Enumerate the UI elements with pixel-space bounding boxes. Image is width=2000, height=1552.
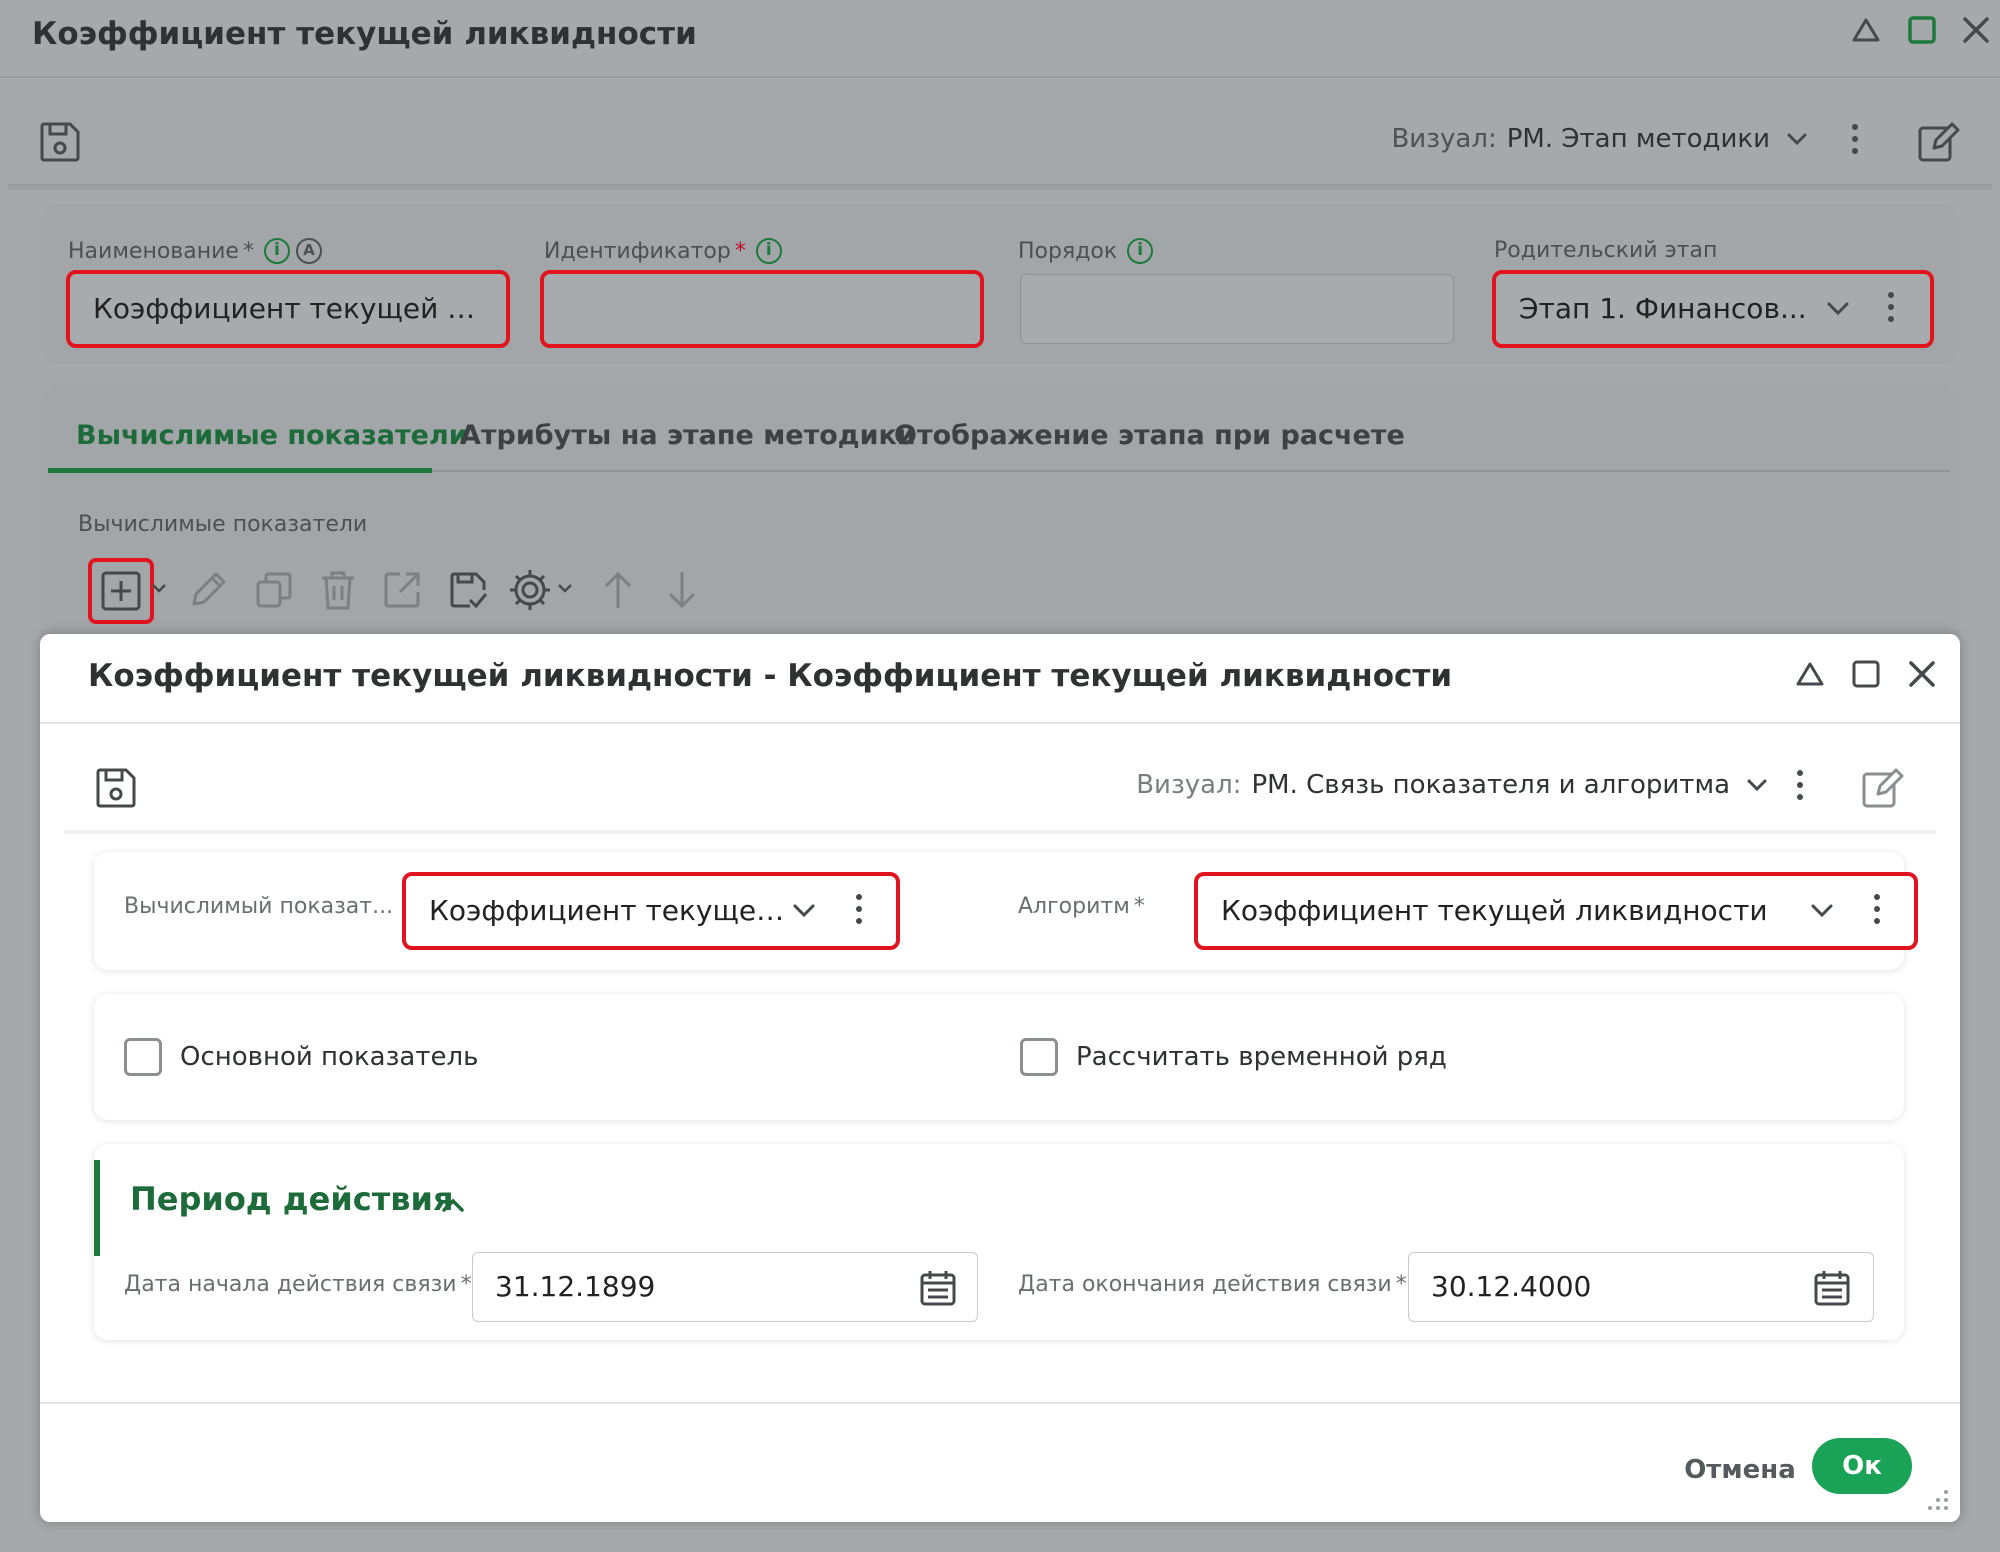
main-indicator-label: Основной показатель <box>180 1042 479 1072</box>
tab-stage-attributes[interactable]: Атрибуты на этапе методики <box>460 420 916 451</box>
edit-icon[interactable] <box>1858 764 1906 812</box>
active-tab-indicator <box>48 468 432 473</box>
period-section-title[interactable]: Период действия <box>130 1180 453 1218</box>
identifier-label: Идентификатор * i <box>544 238 782 264</box>
kebab-icon[interactable] <box>1872 894 1882 930</box>
export-icon[interactable] <box>378 566 426 614</box>
visual-value: РМ. Связь показателя и алгоритма <box>1251 770 1730 800</box>
main-toolbar: Визуал: РМ. Этап методики <box>0 80 2000 180</box>
visual-value: РМ. Этап методики <box>1506 124 1770 154</box>
chevron-down-icon <box>1747 779 1767 792</box>
section-accent-bar <box>94 1160 100 1256</box>
order-label: Порядок i <box>1018 238 1154 264</box>
info-icon[interactable]: i <box>755 238 782 264</box>
time-series-checkbox[interactable] <box>1020 1038 1058 1076</box>
section-label: Вычислимые показатели <box>78 512 368 537</box>
chevron-down-icon[interactable] <box>556 578 574 598</box>
window-titlebar: Коэффициент текущей ликвидности <box>0 0 2000 78</box>
form-card: Наименование * iA Коэффициент текущей ли.… <box>40 204 1960 364</box>
visual-label: Визуал: <box>1136 770 1242 800</box>
indicator-label: Вычислимый показат... <box>124 894 394 919</box>
modal-dialog: Коэффициент текущей ликвидности - Коэффи… <box>40 634 1960 1522</box>
end-date-label: Дата окончания действия связи * <box>1018 1272 1407 1297</box>
modal-visual-selector[interactable]: Визуал: РМ. Связь показателя и алгоритма <box>1136 770 1770 800</box>
end-date-input[interactable]: 30.12.4000 <box>1408 1252 1874 1322</box>
parent-stage-select[interactable]: Этап 1. Финансов... <box>1492 270 1934 348</box>
import-icon[interactable] <box>444 566 492 614</box>
arrow-up-icon[interactable] <box>594 566 642 614</box>
add-button[interactable] <box>88 558 154 624</box>
minimize-icon[interactable] <box>1846 10 1886 50</box>
algorithm-label: Алгоритм * <box>1018 894 1145 919</box>
info-icon[interactable]: i <box>263 238 290 264</box>
visual-label: Визуал: <box>1391 124 1497 154</box>
modal-title: Коэффициент текущей ликвидности - Коэффи… <box>88 658 1453 694</box>
arrow-down-icon[interactable] <box>658 566 706 614</box>
start-date-input[interactable]: 31.12.1899 <box>472 1252 978 1322</box>
tab-stage-display[interactable]: Отображение этапа при расчете <box>894 420 1405 451</box>
chevron-down-icon <box>1787 133 1807 146</box>
chevron-up-icon[interactable] <box>438 1190 468 1220</box>
main-indicator-checkbox[interactable] <box>124 1038 162 1076</box>
edit-icon[interactable] <box>1914 118 1962 166</box>
kebab-icon[interactable] <box>1795 770 1805 806</box>
minimize-icon[interactable] <box>1790 654 1830 694</box>
name-label: Наименование * iA <box>68 238 322 264</box>
parent-stage-label: Родительский этап <box>1494 238 1718 263</box>
chevron-down-icon[interactable] <box>150 578 168 598</box>
calendar-icon[interactable] <box>1812 1268 1852 1308</box>
start-date-label: Дата начала действия связи * <box>124 1272 472 1297</box>
link-card: Вычислимый показат... Коэффициент текуще… <box>94 852 1918 970</box>
period-card: Период действия Дата начала действия свя… <box>94 1144 1904 1340</box>
divider <box>64 830 1936 834</box>
close-icon[interactable] <box>1956 10 1996 50</box>
resize-grip-icon[interactable] <box>1920 1482 1952 1514</box>
auto-icon[interactable]: A <box>295 238 322 264</box>
window-title: Коэффициент текущей ликвидности <box>32 16 697 52</box>
maximize-icon[interactable] <box>1902 10 1942 50</box>
chevron-down-icon[interactable] <box>1824 294 1852 322</box>
divider <box>8 184 1992 190</box>
algorithm-select[interactable]: Коэффициент текущей ликвидности <box>1194 872 1918 950</box>
indicator-select[interactable]: Коэффициент текущей ликви... <box>402 872 900 950</box>
kebab-icon[interactable] <box>1850 124 1860 160</box>
trash-icon[interactable] <box>314 566 362 614</box>
kebab-icon[interactable] <box>854 894 864 930</box>
pencil-icon[interactable] <box>184 566 232 614</box>
time-series-label: Рассчитать временной ряд <box>1076 1042 1447 1072</box>
info-icon[interactable]: i <box>1127 238 1154 264</box>
tab-calculated-indicators[interactable]: Вычислимые показатели <box>76 420 468 451</box>
chevron-down-icon[interactable] <box>790 896 818 924</box>
maximize-icon[interactable] <box>1846 654 1886 694</box>
name-input[interactable]: Коэффициент текущей ли... <box>66 270 510 348</box>
calendar-icon[interactable] <box>918 1268 958 1308</box>
save-icon[interactable] <box>92 764 140 812</box>
divider <box>40 722 1960 724</box>
visual-selector[interactable]: Визуал: РМ. Этап методики <box>1391 124 1810 154</box>
divider <box>40 1402 1960 1404</box>
gear-icon[interactable] <box>506 566 554 614</box>
cancel-button[interactable]: Отмена <box>1680 1442 1800 1498</box>
save-icon[interactable] <box>36 118 84 166</box>
order-input[interactable] <box>1020 274 1454 344</box>
copy-icon[interactable] <box>250 566 298 614</box>
kebab-icon[interactable] <box>1886 292 1896 328</box>
identifier-input[interactable] <box>540 270 984 348</box>
options-card: Основной показатель Рассчитать временной… <box>94 994 1904 1120</box>
ok-button[interactable]: Ок <box>1812 1438 1912 1494</box>
close-icon[interactable] <box>1902 654 1942 694</box>
chevron-down-icon[interactable] <box>1808 896 1836 924</box>
